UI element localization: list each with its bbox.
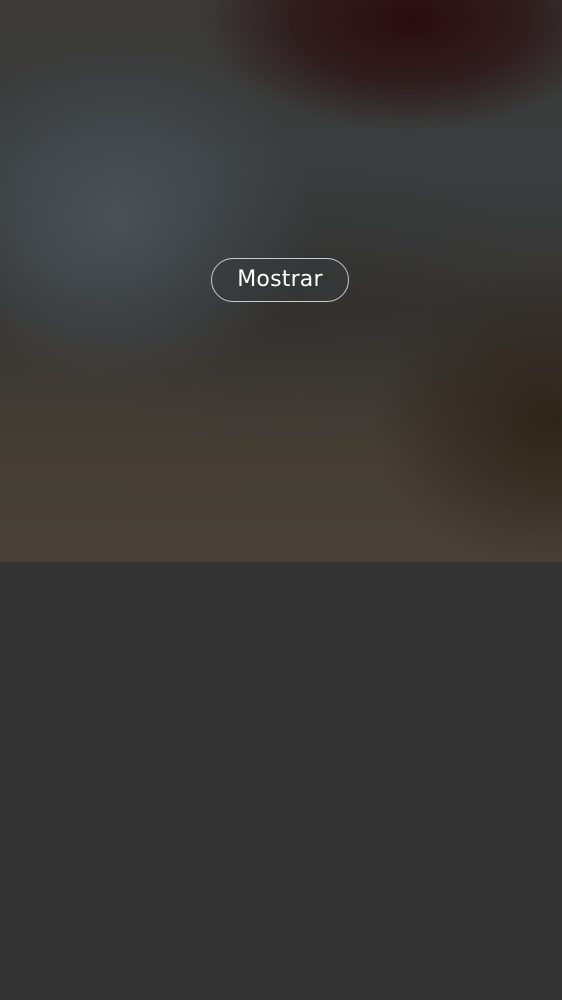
show-media-button[interactable]: Mostrar	[211, 258, 349, 302]
empty-content-area	[0, 562, 562, 1000]
screen: Mostrar	[0, 0, 562, 1000]
blurred-media-preview: Mostrar	[0, 0, 562, 562]
